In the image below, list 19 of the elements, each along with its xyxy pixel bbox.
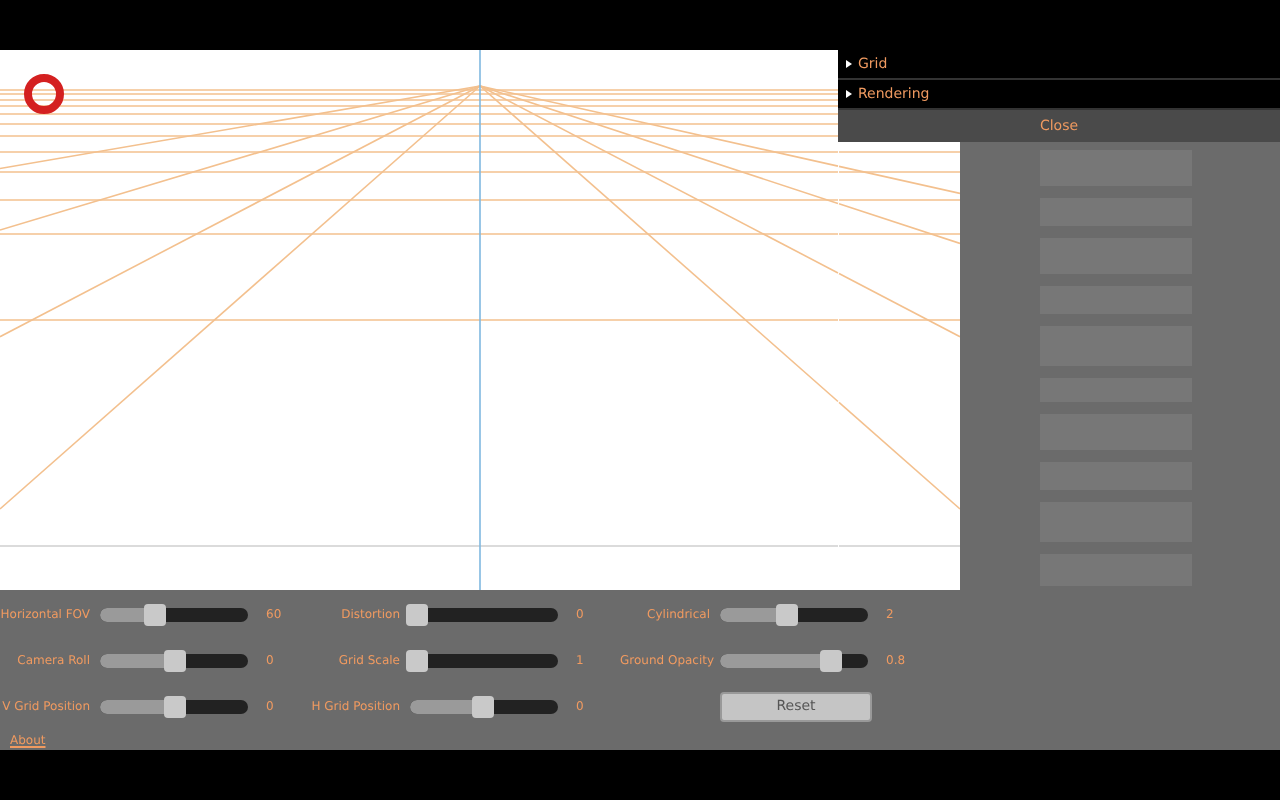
triangle-icon bbox=[846, 60, 852, 68]
slider-thumb[interactable] bbox=[406, 604, 428, 626]
slider-thumb[interactable] bbox=[820, 650, 842, 672]
slider-thumb[interactable] bbox=[163, 696, 186, 718]
slider[interactable] bbox=[410, 654, 558, 668]
slider-thumb[interactable] bbox=[144, 604, 167, 626]
slider[interactable] bbox=[100, 700, 248, 714]
ring-marker-icon[interactable] bbox=[24, 74, 64, 114]
slider-thumb[interactable] bbox=[471, 696, 493, 718]
slider[interactable] bbox=[720, 608, 868, 622]
slider[interactable] bbox=[410, 700, 558, 714]
slider[interactable] bbox=[410, 608, 558, 622]
slider[interactable] bbox=[100, 608, 248, 622]
slider[interactable] bbox=[720, 654, 868, 668]
slider-thumb[interactable] bbox=[163, 650, 186, 672]
slider[interactable] bbox=[100, 654, 248, 668]
triangle-icon bbox=[846, 90, 852, 98]
slider-thumb[interactable] bbox=[406, 650, 428, 672]
slider-thumb[interactable] bbox=[775, 604, 798, 626]
